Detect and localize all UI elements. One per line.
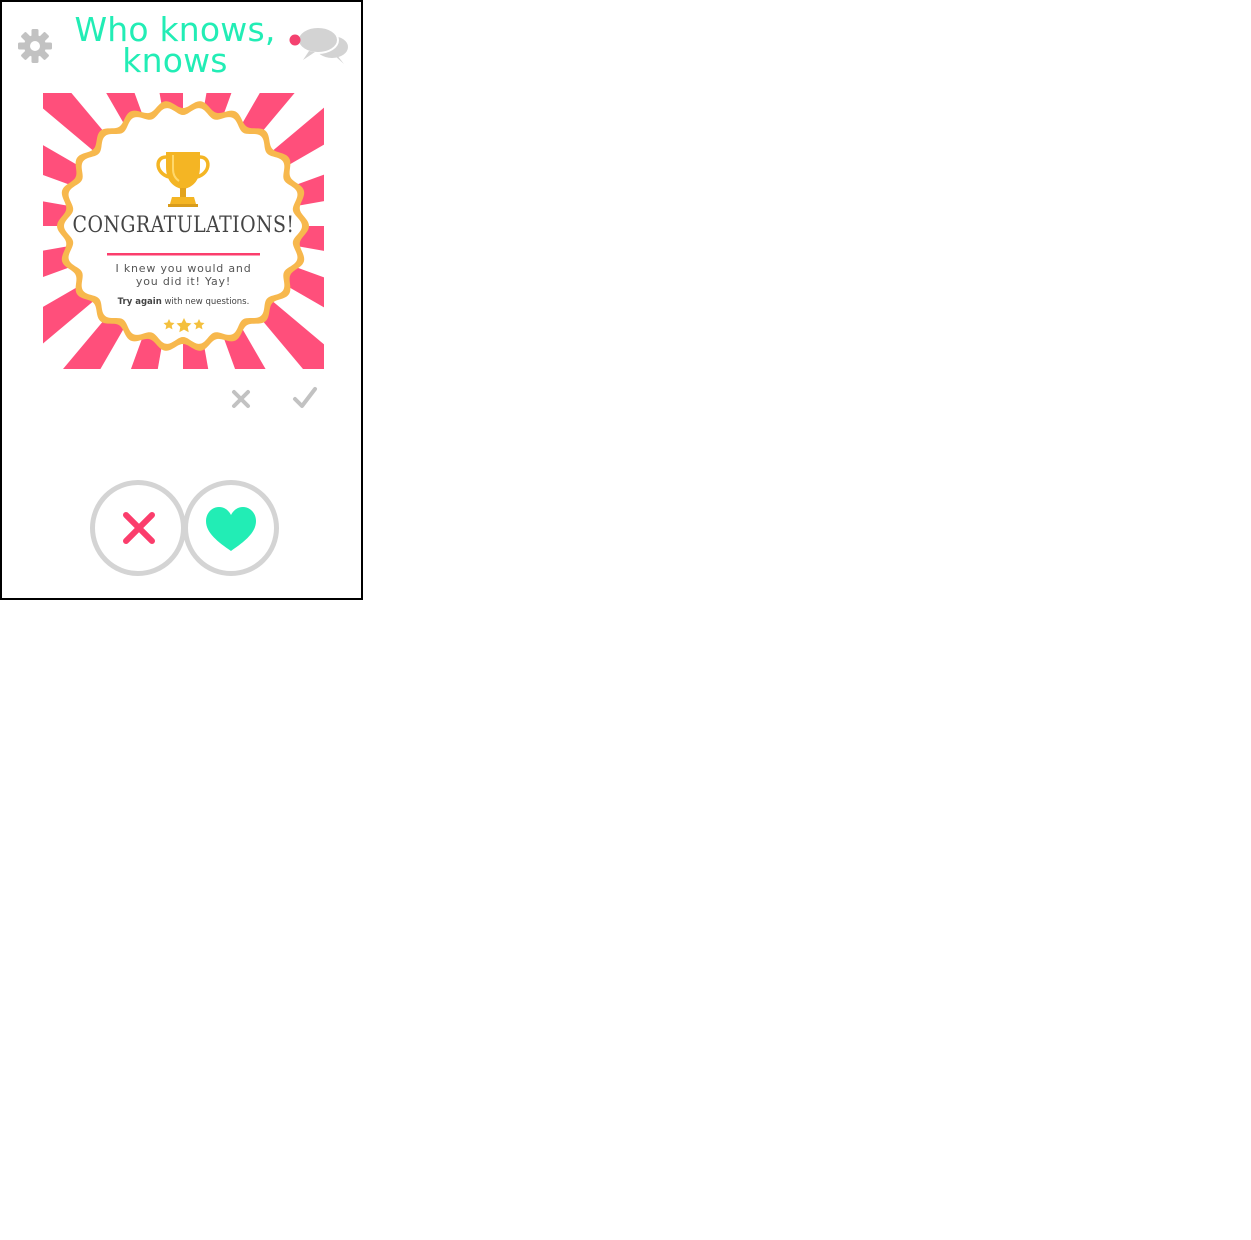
close-icon	[232, 390, 250, 408]
app-title: Who knows, knows	[62, 13, 288, 80]
app-window: Who knows, knows CONGRATULATIONS! I knew…	[0, 0, 363, 600]
cross-icon	[123, 512, 155, 544]
accept-answer-button[interactable]	[292, 385, 318, 411]
settings-button[interactable]	[16, 27, 54, 65]
reject-answer-button[interactable]	[229, 387, 253, 411]
try-again-text: Try again with new questions.	[83, 297, 284, 307]
congrats-message: I knew you would and you did it! Yay!	[115, 262, 252, 288]
gear-icon	[18, 29, 52, 63]
try-again-link: Try again	[117, 297, 162, 307]
result-card: CONGRATULATIONS! I knew you would and yo…	[43, 93, 324, 369]
congrats-heading: CONGRATULATIONS!	[72, 213, 295, 238]
messages-button[interactable]	[287, 22, 353, 68]
chat-bubbles-icon	[289, 26, 348, 64]
check-icon	[293, 387, 317, 408]
try-again-rest: with new questions.	[161, 297, 250, 307]
nope-button[interactable]	[90, 480, 186, 576]
heart-icon	[206, 507, 256, 551]
app-title-line2: knows	[122, 41, 228, 80]
notification-dot	[289, 34, 301, 46]
like-button[interactable]	[183, 480, 279, 576]
